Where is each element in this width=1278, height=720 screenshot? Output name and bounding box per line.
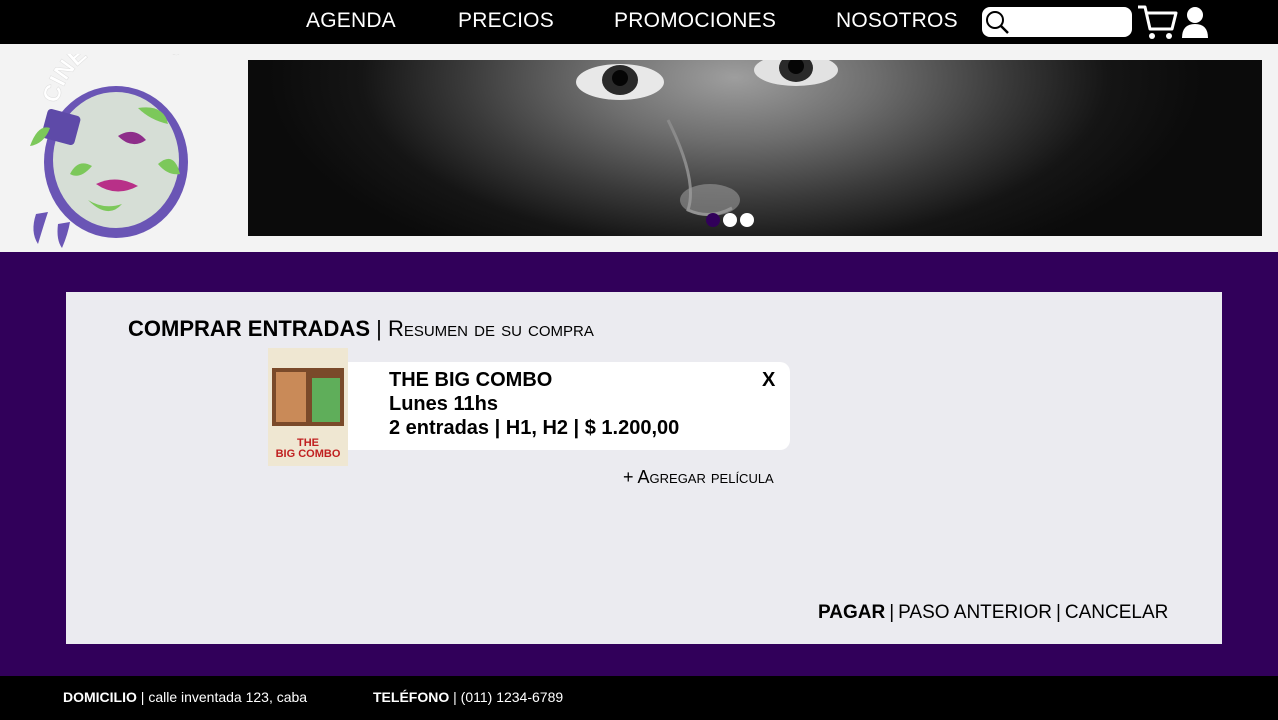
nav-agenda[interactable]: AGENDA <box>306 9 396 33</box>
movie-poster: THE BIG COMBO <box>268 348 348 466</box>
user-icon[interactable] <box>1180 5 1210 39</box>
title-separator: | <box>376 316 388 341</box>
remove-item-button[interactable]: X <box>762 369 775 392</box>
carousel-dot-3[interactable] <box>740 213 754 227</box>
page-title: COMPRAR ENTRADAS | Resumen de su compra <box>128 316 594 342</box>
search-input[interactable] <box>982 7 1132 37</box>
nav-promociones[interactable]: PROMOCIONES <box>614 9 776 33</box>
face-illustration <box>576 60 838 216</box>
footer-address-value: calle inventada 123, caba <box>148 689 308 705</box>
separator: | <box>1055 602 1061 623</box>
svg-text:BIG COMBO: BIG COMBO <box>276 448 341 460</box>
search-icon <box>986 11 1009 34</box>
item-tickets: 2 entradas | H1, H2 | $ 1.200,00 <box>389 417 680 439</box>
purchase-actions: PAGAR | PASO ANTERIOR | CANCELAR <box>818 602 1168 624</box>
footer-phone-label: TELÉFONO <box>373 689 450 705</box>
item-schedule: Lunes 11hs <box>389 393 498 415</box>
previous-step-button[interactable]: PASO ANTERIOR <box>898 602 1052 623</box>
title-main: COMPRAR ENTRADAS <box>128 316 370 341</box>
separator: | <box>889 602 895 623</box>
footer-address-label: DOMICILIO <box>63 689 137 705</box>
cancel-button[interactable]: CANCELAR <box>1065 602 1168 623</box>
add-movie-link[interactable]: + Agregar película <box>623 467 774 488</box>
carousel-dot-2[interactable] <box>723 213 737 227</box>
cart-icon[interactable] <box>1136 3 1178 41</box>
nav-precios[interactable]: PRECIOS <box>458 9 554 33</box>
footer-phone: TELÉFONO | (011) 1234-6789 <box>373 689 564 705</box>
cine-melies-logo[interactable]: CINE MELIES <box>18 54 218 250</box>
pay-button[interactable]: PAGAR <box>818 602 885 623</box>
title-subtitle: Resumen de su compra <box>387 316 594 341</box>
footer-phone-value: (011) 1234-6789 <box>460 689 564 705</box>
carousel-dot-1[interactable] <box>706 213 720 227</box>
hero-banner-image <box>248 60 1262 236</box>
nav-nosotros[interactable]: NOSOTROS <box>836 9 958 33</box>
footer-address: DOMICILIO | calle inventada 123, caba <box>63 689 308 705</box>
item-movie-title: THE BIG COMBO <box>389 369 553 391</box>
